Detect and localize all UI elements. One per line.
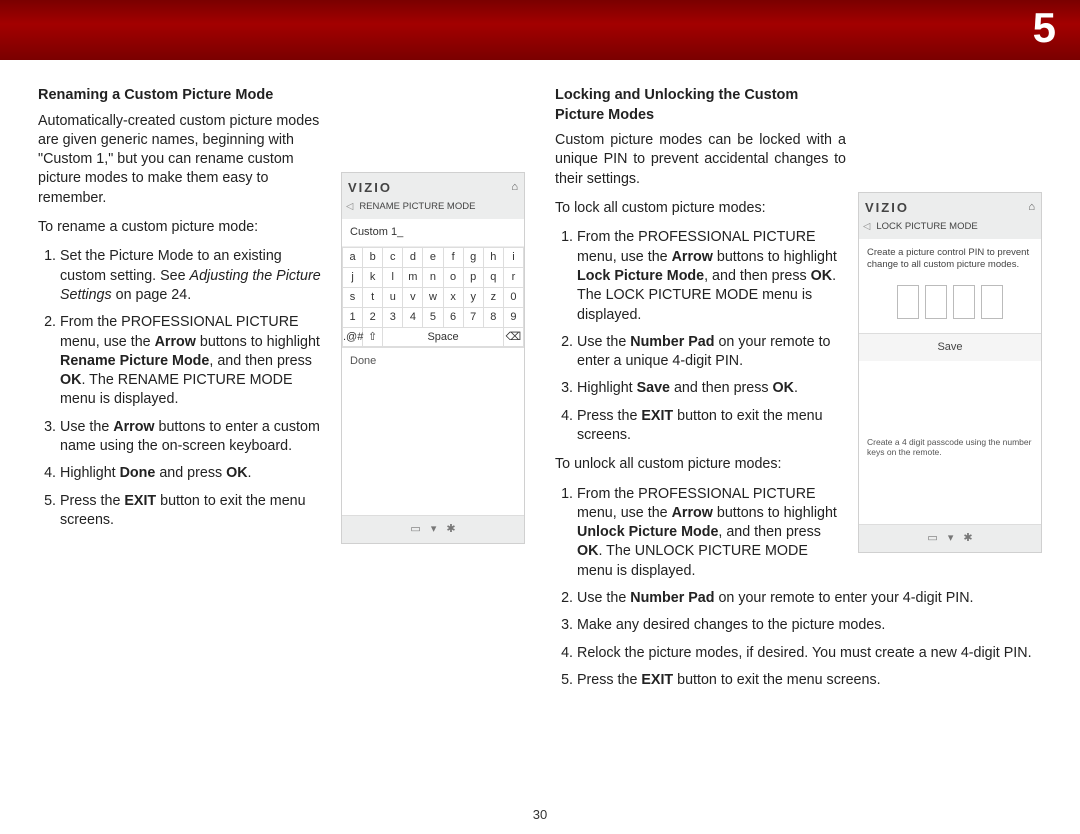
right-column: VIZIO ⌂ ◁ LOCK PICTURE MODE Create a pic… (555, 86, 1042, 700)
key[interactable]: t (363, 287, 383, 307)
rename-field[interactable]: Custom 1_ (342, 219, 524, 247)
key[interactable]: u (383, 287, 403, 307)
onscreen-keyboard[interactable]: a b c d e f g h i j k l m (342, 247, 524, 347)
left-heading: Renaming a Custom Picture Mode (38, 86, 525, 106)
key[interactable]: j (343, 268, 363, 288)
key[interactable]: 2 (363, 307, 383, 327)
key[interactable]: d (403, 248, 423, 268)
page-number: 30 (0, 807, 1080, 822)
key[interactable]: s (343, 287, 363, 307)
back-icon[interactable]: ◁ (346, 201, 353, 214)
key[interactable]: 8 (483, 307, 503, 327)
key[interactable]: f (443, 248, 463, 268)
key[interactable]: 4 (403, 307, 423, 327)
left-column: VIZIO ⌂ ◁ RENAME PICTURE MODE Custom 1_ … (38, 86, 525, 700)
lock-desc: Create a picture control PIN to prevent … (859, 239, 1041, 275)
back-icon[interactable]: ◁ (863, 221, 870, 234)
panel-title: RENAME PICTURE MODE (359, 201, 475, 214)
step: Relock the picture modes, if desired. Yo… (577, 644, 1042, 663)
key[interactable]: l (383, 268, 403, 288)
key[interactable]: 7 (463, 307, 483, 327)
key[interactable]: r (503, 268, 523, 288)
key[interactable]: q (483, 268, 503, 288)
wide-icon[interactable]: ▭ (410, 522, 420, 537)
key[interactable]: y (463, 287, 483, 307)
key[interactable]: e (423, 248, 443, 268)
right-intro: Custom picture modes can be locked with … (555, 131, 1042, 189)
key[interactable]: 1 (343, 307, 363, 327)
key[interactable]: a (343, 248, 363, 268)
key[interactable]: w (423, 287, 443, 307)
pin-footer-note: Create a 4 digit passcode using the numb… (859, 431, 1041, 463)
header-band: 5 (0, 0, 1080, 60)
key-space[interactable]: Space (383, 327, 504, 347)
vizio-logo: VIZIO (348, 179, 392, 197)
key[interactable]: m (403, 268, 423, 288)
settings-icon[interactable]: ✱ (963, 531, 972, 546)
wide-icon[interactable]: ▭ (927, 531, 937, 546)
key-shift[interactable]: ⇧ (363, 327, 383, 347)
chapter-number: 5 (1033, 4, 1056, 52)
key[interactable]: 0 (503, 287, 523, 307)
step: Make any desired changes to the picture … (577, 616, 1042, 635)
save-button[interactable]: Save (859, 333, 1041, 361)
pin-row (859, 275, 1041, 333)
cc-icon[interactable]: ▾ (431, 522, 437, 537)
content: VIZIO ⌂ ◁ RENAME PICTURE MODE Custom 1_ … (0, 60, 1080, 700)
key[interactable]: n (423, 268, 443, 288)
key[interactable]: v (403, 287, 423, 307)
key[interactable]: p (463, 268, 483, 288)
key[interactable]: 6 (443, 307, 463, 327)
key[interactable]: 5 (423, 307, 443, 327)
key[interactable]: g (463, 248, 483, 268)
key[interactable]: o (443, 268, 463, 288)
key[interactable]: i (503, 248, 523, 268)
cc-icon[interactable]: ▾ (948, 531, 954, 546)
home-icon[interactable]: ⌂ (511, 180, 518, 195)
key[interactable]: 9 (503, 307, 523, 327)
key[interactable]: h (483, 248, 503, 268)
pin-digit[interactable] (981, 285, 1003, 319)
rename-panel: VIZIO ⌂ ◁ RENAME PICTURE MODE Custom 1_ … (341, 172, 525, 544)
key-backspace[interactable]: ⌫ (503, 327, 523, 347)
key[interactable]: x (443, 287, 463, 307)
key[interactable]: c (383, 248, 403, 268)
key[interactable]: 3 (383, 307, 403, 327)
home-icon[interactable]: ⌂ (1028, 200, 1035, 215)
step: Use the Number Pad on your remote to ent… (577, 589, 1042, 608)
panel-title: LOCK PICTURE MODE (876, 221, 977, 234)
step: Press the EXIT button to exit the menu s… (577, 671, 1042, 690)
pin-digit[interactable] (925, 285, 947, 319)
key[interactable]: z (483, 287, 503, 307)
key[interactable]: b (363, 248, 383, 268)
key-symbols[interactable]: .@# (343, 327, 363, 347)
pin-digit[interactable] (897, 285, 919, 319)
key[interactable]: k (363, 268, 383, 288)
vizio-logo: VIZIO (865, 199, 909, 217)
done-row[interactable]: Done (342, 347, 524, 375)
pin-digit[interactable] (953, 285, 975, 319)
settings-icon[interactable]: ✱ (446, 522, 455, 537)
lock-panel: VIZIO ⌂ ◁ LOCK PICTURE MODE Create a pic… (858, 192, 1042, 553)
right-heading: Locking and Unlocking the Custom Picture… (555, 86, 1042, 125)
